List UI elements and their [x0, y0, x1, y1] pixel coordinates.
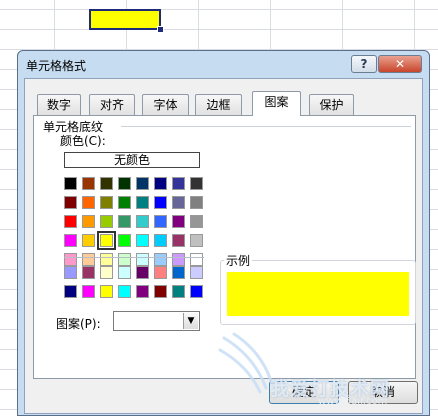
pattern-label: 图案(P): — [56, 317, 101, 331]
cancel-button[interactable]: 取消 — [348, 381, 418, 404]
color-swatch[interactable] — [97, 231, 116, 250]
color-swatch[interactable] — [136, 285, 149, 298]
color-swatch[interactable] — [154, 215, 167, 228]
color-label: 颜色(C): — [60, 134, 106, 148]
chevron-down-icon[interactable]: ▼ — [183, 313, 198, 329]
color-swatch[interactable] — [82, 196, 95, 209]
color-swatch[interactable] — [172, 285, 185, 298]
color-swatch[interactable] — [172, 266, 185, 279]
tab-protection[interactable]: 保护 — [309, 94, 354, 115]
color-swatch[interactable] — [100, 177, 113, 190]
close-button[interactable]: ✕ — [378, 55, 422, 73]
dialog-client-area: 数字 对齐 字体 边框 图案 保护 单元格底纹 颜色(C): 无颜色 图案(P)… — [24, 78, 423, 414]
color-swatch[interactable] — [190, 234, 203, 247]
format-cells-dialog: 单元格格式 ? ✕ 数字 对齐 字体 边框 图案 保护 单元格底纹 颜色(C):… — [17, 50, 430, 416]
color-swatch[interactable] — [64, 215, 77, 228]
color-swatch[interactable] — [118, 196, 131, 209]
color-swatch[interactable] — [136, 234, 149, 247]
color-swatch[interactable] — [136, 266, 149, 279]
color-swatch[interactable] — [154, 177, 167, 190]
color-swatch[interactable] — [136, 253, 149, 266]
color-swatch[interactable] — [82, 234, 95, 247]
color-swatch[interactable] — [64, 177, 77, 190]
tab-font[interactable]: 字体 — [142, 94, 189, 115]
color-swatch[interactable] — [190, 177, 203, 190]
no-color-button[interactable]: 无颜色 — [64, 152, 200, 168]
color-swatch[interactable] — [190, 215, 203, 228]
color-swatch[interactable] — [82, 253, 95, 266]
color-swatch[interactable] — [82, 177, 95, 190]
sample-preview — [227, 272, 409, 316]
color-swatch[interactable] — [172, 253, 185, 266]
color-swatch[interactable] — [154, 253, 167, 266]
tab-number[interactable]: 数字 — [37, 94, 81, 115]
color-swatch[interactable] — [172, 177, 185, 190]
color-swatch[interactable] — [172, 234, 185, 247]
patterns-tab-panel: 单元格底纹 颜色(C): 无颜色 图案(P): ▼ 示例 — [33, 115, 416, 379]
color-swatch[interactable] — [82, 266, 95, 279]
color-swatch[interactable] — [190, 196, 203, 209]
color-swatch[interactable] — [118, 285, 131, 298]
dialog-titlebar[interactable]: 单元格格式 ? ✕ — [18, 51, 429, 79]
sample-group: 示例 — [220, 252, 416, 325]
color-swatch[interactable] — [64, 196, 77, 209]
color-swatch[interactable] — [64, 266, 77, 279]
sample-label: 示例 — [224, 252, 253, 269]
group-divider — [121, 126, 411, 127]
color-swatch[interactable] — [118, 177, 131, 190]
color-swatch[interactable] — [190, 253, 203, 266]
color-swatch[interactable] — [118, 253, 131, 266]
color-swatch[interactable] — [100, 196, 113, 209]
selected-cell[interactable] — [89, 9, 161, 30]
color-swatch[interactable] — [190, 266, 203, 279]
color-swatch[interactable] — [82, 285, 95, 298]
color-swatch[interactable] — [64, 285, 77, 298]
tab-border[interactable]: 边框 — [195, 94, 242, 115]
color-swatch[interactable] — [172, 215, 185, 228]
color-swatch[interactable] — [118, 215, 131, 228]
help-button[interactable]: ? — [351, 55, 377, 73]
color-swatch[interactable] — [190, 285, 203, 298]
color-swatch[interactable] — [154, 285, 167, 298]
tab-alignment[interactable]: 对齐 — [89, 94, 135, 115]
fill-handle[interactable] — [157, 26, 164, 33]
color-swatch[interactable] — [100, 266, 113, 279]
color-swatch[interactable] — [136, 196, 149, 209]
ok-button[interactable]: 确定 — [269, 381, 339, 404]
color-swatch[interactable] — [100, 285, 113, 298]
color-swatch[interactable] — [118, 266, 131, 279]
color-swatch[interactable] — [154, 234, 167, 247]
color-swatch[interactable] — [64, 234, 77, 247]
color-swatch[interactable] — [100, 253, 113, 266]
color-palette — [64, 177, 203, 266]
palette-divider — [64, 257, 204, 258]
color-swatch[interactable] — [118, 234, 131, 247]
color-swatch[interactable] — [136, 215, 149, 228]
pattern-dropdown[interactable]: ▼ — [113, 311, 200, 331]
extra-color-palette — [64, 266, 203, 298]
color-swatch[interactable] — [154, 196, 167, 209]
dialog-title: 单元格格式 — [26, 59, 87, 73]
color-swatch[interactable] — [82, 215, 95, 228]
color-swatch[interactable] — [64, 253, 77, 266]
color-swatch[interactable] — [136, 177, 149, 190]
color-swatch[interactable] — [154, 266, 167, 279]
color-swatch[interactable] — [172, 196, 185, 209]
tab-patterns[interactable]: 图案 — [252, 91, 301, 116]
color-swatch[interactable] — [100, 215, 113, 228]
